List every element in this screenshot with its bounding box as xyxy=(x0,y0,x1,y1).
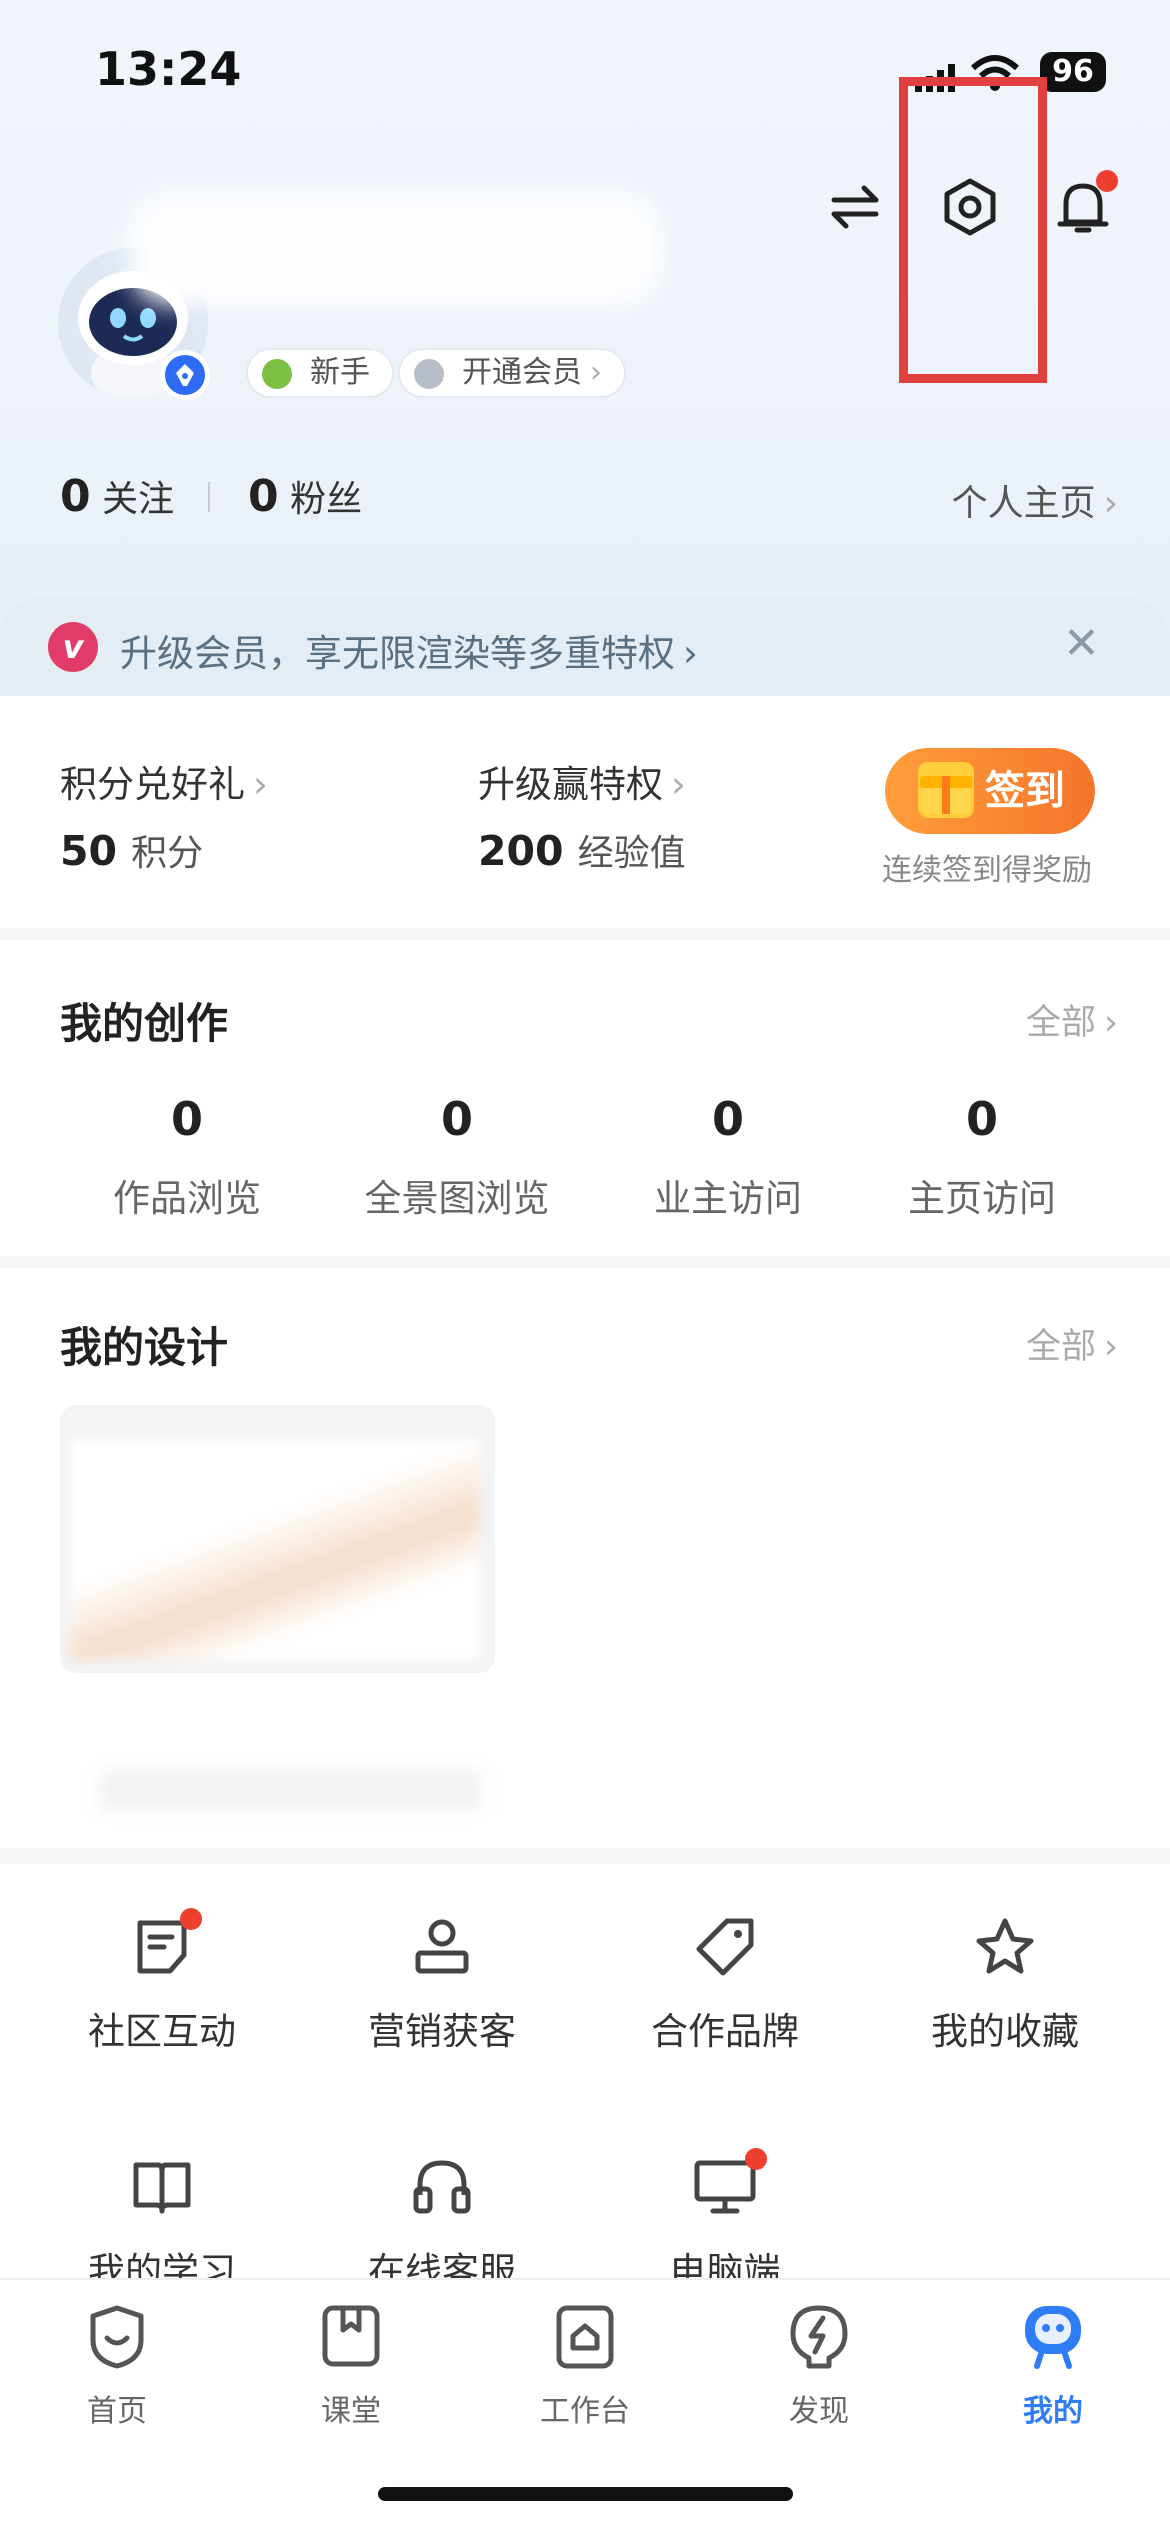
points-unit: 积分 xyxy=(131,833,204,874)
vip-icon: v xyxy=(48,622,98,672)
community-interaction-item[interactable]: 社区互动 xyxy=(22,1915,302,2055)
exp-number: 200 xyxy=(478,827,564,875)
section-divider xyxy=(0,1256,1170,1268)
favorites-item[interactable]: 我的收藏 xyxy=(865,1915,1145,2055)
home-icon xyxy=(81,2300,153,2372)
user-icon xyxy=(410,1915,474,1979)
stat-label: 业主访问 xyxy=(654,1177,802,1220)
vip-upgrade-link[interactable]: 升级赢特权 › xyxy=(478,754,686,808)
exp-unit: 经验值 xyxy=(577,833,686,874)
status-time: 13:24 xyxy=(95,42,242,96)
design-caption-redacted xyxy=(100,1770,480,1810)
promo-text[interactable]: 升级会员，享无限渲染等多重特权 › xyxy=(120,623,698,677)
workbench-icon xyxy=(549,2300,621,2372)
creations-more-link[interactable]: 全部 › xyxy=(1026,994,1118,1045)
stat-label: 作品浏览 xyxy=(113,1177,261,1220)
homepage-link-label: 个人主页 xyxy=(951,483,1096,524)
desktop-client-item[interactable]: 电脑端 xyxy=(585,2155,865,2295)
design-thumbnail-redacted xyxy=(70,1440,480,1660)
creations-more-label: 全部 xyxy=(1025,1003,1096,1043)
gift-icon xyxy=(918,762,974,818)
close-icon[interactable]: ✕ xyxy=(1063,618,1100,669)
points-number: 50 xyxy=(60,827,118,875)
sign-in-subtitle: 连续签到得奖励 xyxy=(882,853,1092,888)
username-redacted xyxy=(130,195,660,305)
stat-label: 主页访问 xyxy=(908,1177,1056,1220)
partner-brands-label: 合作品牌 xyxy=(651,2010,799,2053)
divider xyxy=(208,482,210,512)
level-icon xyxy=(262,359,292,389)
marketing-item[interactable]: 营销获客 xyxy=(302,1915,582,2055)
tab-home-label: 首页 xyxy=(87,2394,147,2429)
stat-value: 0 xyxy=(170,1092,203,1146)
fans-count[interactable]: 0 粉丝 xyxy=(248,470,362,522)
bookmark-icon xyxy=(315,2300,387,2372)
following-count[interactable]: 0 关注 xyxy=(60,470,174,522)
tab-discover-label: 发现 xyxy=(789,2394,849,2429)
battery-indicator: 96 xyxy=(1040,52,1106,92)
creations-title: 我的创作 xyxy=(60,999,229,1048)
book-icon xyxy=(130,2155,194,2219)
homepage-link[interactable]: 个人主页 › xyxy=(952,474,1118,526)
vip-upgrade-title: 升级赢特权 xyxy=(478,763,663,806)
switch-icon[interactable] xyxy=(820,172,890,242)
stat-works-views[interactable]: 0 作品浏览 xyxy=(57,1092,317,1222)
fans-label: 粉丝 xyxy=(290,479,363,520)
tab-classroom-label: 课堂 xyxy=(321,2394,381,2429)
fans-number: 0 xyxy=(248,471,279,522)
following-label: 关注 xyxy=(102,479,175,520)
tab-mine-label: 我的 xyxy=(1023,2394,1083,2429)
membership-badge-label: 开通会员 xyxy=(462,355,582,390)
tab-discover[interactable]: 发现 xyxy=(702,2300,936,2430)
discover-icon xyxy=(783,2300,855,2372)
home-indicator[interactable] xyxy=(378,2487,793,2501)
stat-value: 0 xyxy=(965,1092,998,1146)
profile-icon xyxy=(1017,2300,1089,2372)
notification-dot xyxy=(1096,170,1118,192)
tab-workbench-label: 工作台 xyxy=(540,2394,630,2429)
designs-more-label: 全部 xyxy=(1025,1327,1096,1367)
tag-icon xyxy=(693,1915,757,1979)
partner-brands-item[interactable]: 合作品牌 xyxy=(585,1915,865,2055)
tab-classroom[interactable]: 课堂 xyxy=(234,2300,468,2430)
tab-home[interactable]: 首页 xyxy=(0,2300,234,2430)
stat-panorama-views[interactable]: 0 全景图浏览 xyxy=(327,1092,587,1222)
designs-more-link[interactable]: 全部 › xyxy=(1026,1318,1118,1369)
my-learning-item[interactable]: 我的学习 xyxy=(22,2155,302,2295)
sign-in-button[interactable]: 签到 xyxy=(885,748,1095,834)
tab-mine[interactable]: 我的 xyxy=(936,2300,1170,2430)
community-badge-dot xyxy=(180,1908,202,1930)
stat-homepage-visits[interactable]: 0 主页访问 xyxy=(852,1092,1112,1222)
star-icon xyxy=(973,1915,1037,1979)
desktop-badge-dot xyxy=(745,2148,767,2170)
level-badge[interactable]: 新手 xyxy=(246,348,394,398)
stat-owner-visits[interactable]: 0 业主访问 xyxy=(598,1092,858,1222)
section-divider xyxy=(0,1848,1170,1864)
customer-service-item[interactable]: 在线客服 xyxy=(302,2155,582,2295)
section-divider xyxy=(0,928,1170,940)
vip-icon xyxy=(414,359,444,389)
tab-workbench[interactable]: 工作台 xyxy=(468,2300,702,2430)
designer-badge-icon xyxy=(160,350,210,400)
points-title: 积分兑好礼 xyxy=(60,763,245,806)
exp-value: 200 经验值 xyxy=(478,824,686,876)
membership-badge[interactable]: 开通会员 › xyxy=(398,348,626,398)
points-redeem-link[interactable]: 积分兑好礼 › xyxy=(60,754,268,808)
designs-title: 我的设计 xyxy=(60,1323,229,1372)
stat-value: 0 xyxy=(440,1092,473,1146)
headset-icon xyxy=(410,2155,474,2219)
marketing-label: 营销获客 xyxy=(368,2010,516,2053)
level-badge-label: 新手 xyxy=(310,355,370,390)
promo-label: 升级会员，享无限渲染等多重特权 xyxy=(120,632,675,675)
community-interaction-label: 社区互动 xyxy=(88,2010,236,2053)
highlight-box xyxy=(899,77,1047,383)
favorites-label: 我的收藏 xyxy=(931,2010,1079,2053)
following-number: 0 xyxy=(60,471,91,522)
stat-label: 全景图浏览 xyxy=(364,1177,550,1220)
stat-value: 0 xyxy=(711,1092,744,1146)
points-value: 50 积分 xyxy=(60,824,203,876)
